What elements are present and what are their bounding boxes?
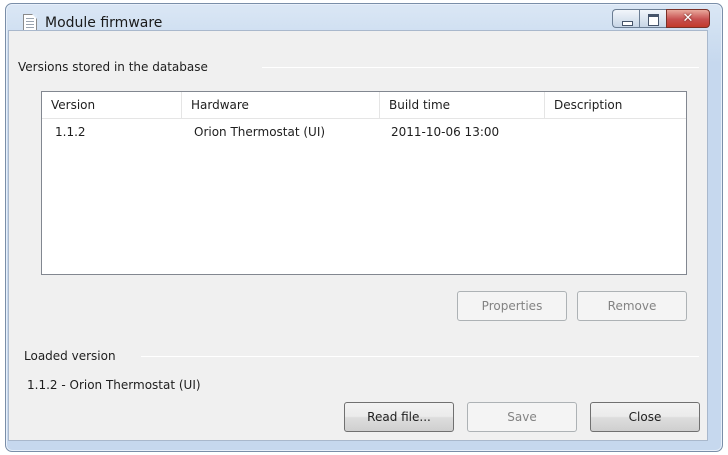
column-header-hardware[interactable]: Hardware bbox=[182, 92, 380, 119]
cell-build-time: 2011-10-06 13:00 bbox=[391, 125, 500, 139]
table-header: Version Hardware Build time Description bbox=[42, 92, 686, 119]
database-group-label: Versions stored in the database bbox=[18, 60, 208, 74]
cell-version: 1.1.2 bbox=[55, 125, 86, 139]
save-button[interactable]: Save bbox=[467, 402, 577, 432]
loaded-group-divider bbox=[141, 356, 699, 357]
read-file-button[interactable]: Read file... bbox=[344, 402, 454, 432]
cell-hardware: Orion Thermostat (UI) bbox=[194, 125, 326, 139]
properties-button[interactable]: Properties bbox=[457, 291, 567, 321]
document-icon bbox=[23, 14, 37, 31]
close-button[interactable]: Close bbox=[590, 402, 700, 432]
versions-table[interactable]: Version Hardware Build time Description … bbox=[41, 91, 687, 275]
loaded-group-label: Loaded version bbox=[24, 349, 116, 363]
cell-description bbox=[545, 121, 554, 143]
column-header-description[interactable]: Description bbox=[545, 92, 688, 119]
loaded-version-value: 1.1.2 - Orion Thermostat (UI) bbox=[27, 378, 201, 392]
window-controls: ✕ bbox=[612, 9, 710, 28]
column-header-build-time[interactable]: Build time bbox=[380, 92, 545, 119]
close-window-button[interactable]: ✕ bbox=[666, 9, 710, 28]
table-row[interactable]: 1.1.2 Orion Thermostat (UI) 2011-10-06 1… bbox=[42, 121, 686, 143]
close-icon: ✕ bbox=[682, 11, 694, 26]
remove-button[interactable]: Remove bbox=[577, 291, 687, 321]
minimize-button[interactable] bbox=[612, 9, 639, 28]
database-group-divider bbox=[262, 67, 699, 68]
column-header-version[interactable]: Version bbox=[42, 92, 182, 119]
maximize-button[interactable] bbox=[639, 9, 666, 28]
window-title: Module firmware bbox=[45, 15, 163, 31]
